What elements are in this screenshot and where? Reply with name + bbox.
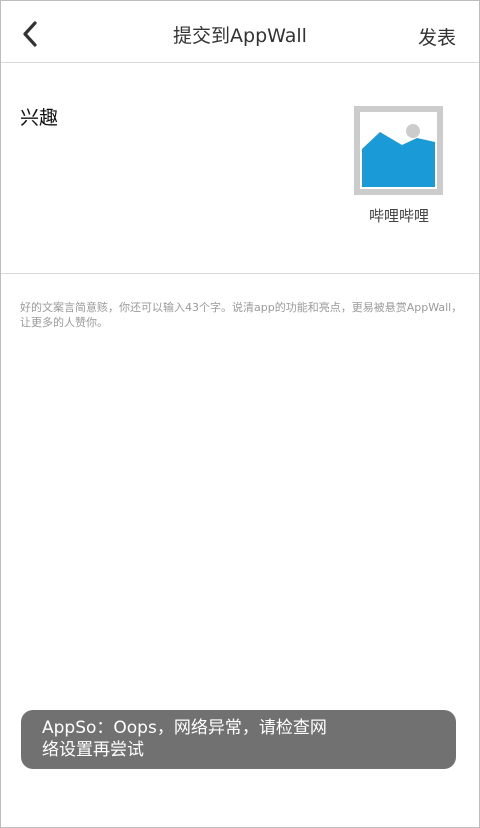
image-placeholder-icon xyxy=(360,112,437,189)
page-title: 提交到AppWall xyxy=(173,25,307,47)
app-name: 哔哩哔哩 xyxy=(368,207,429,225)
toast-message: AppSo：Oops，网络异常，请检查网络设置再尝试 xyxy=(42,718,327,760)
publish-button[interactable]: 发表 xyxy=(418,23,456,50)
app-thumbnail[interactable] xyxy=(354,106,443,195)
error-toast: AppSo：Oops，网络异常，请检查网络设置再尝试 xyxy=(21,710,456,769)
hint-text: 好的文案言简意赅，你还可以输入43个字。说清app的功能和亮点，更易被悬赏App… xyxy=(20,301,463,329)
description-input[interactable]: 兴趣 xyxy=(20,103,320,130)
top-bar: 提交到AppWall 发表 xyxy=(1,1,479,63)
submission-form: 兴趣 哔哩哔哩 xyxy=(1,63,479,274)
